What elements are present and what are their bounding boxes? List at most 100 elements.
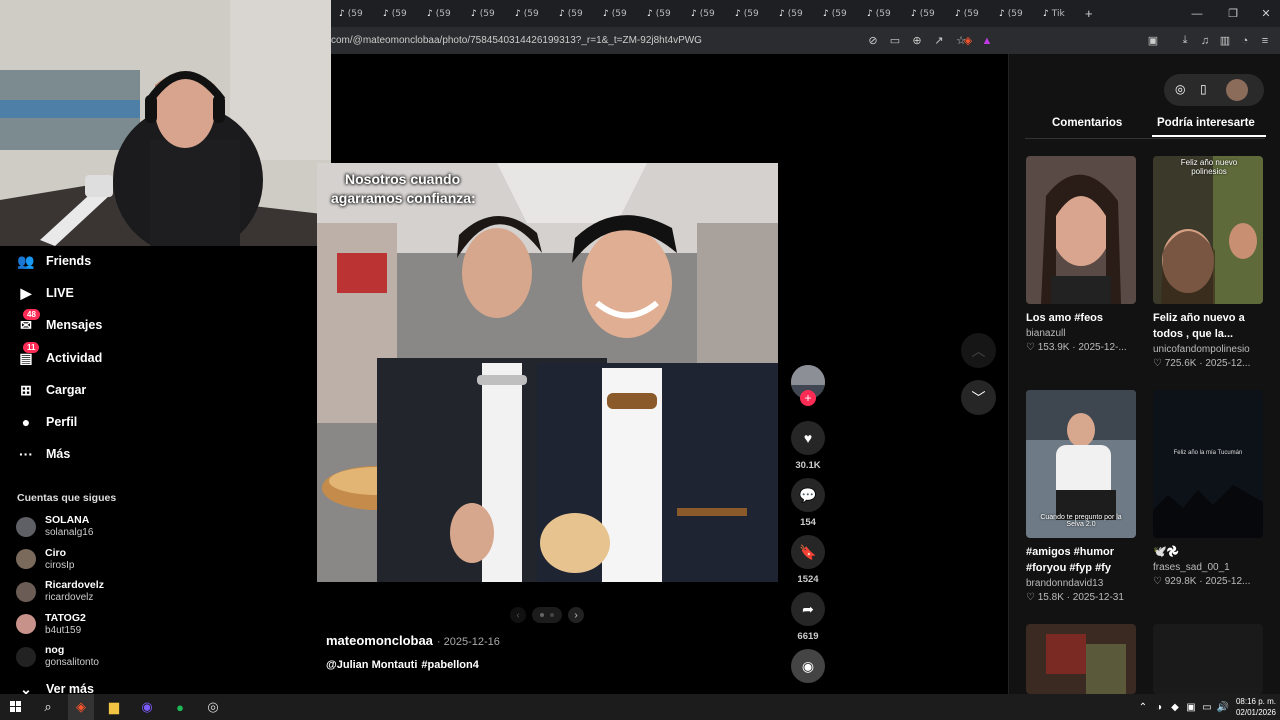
video-card[interactable]: Los amo #feos bianazull ♡ 153.9K · 2025-… bbox=[1026, 156, 1136, 353]
sound-disc[interactable]: ◉ bbox=[791, 649, 825, 683]
phone-icon[interactable]: ▯ bbox=[1200, 82, 1207, 96]
card-user[interactable]: bianazull bbox=[1026, 328, 1136, 339]
new-tab-button[interactable]: + bbox=[1085, 6, 1093, 21]
caption-mention[interactable]: @Julian Montauti bbox=[326, 659, 417, 671]
following-account[interactable]: SOLANA solanalg16 bbox=[16, 514, 93, 539]
browser-tab[interactable]: ♪ (59 bbox=[375, 0, 419, 27]
minimize-icon[interactable]: — bbox=[1180, 0, 1214, 27]
avatar[interactable] bbox=[16, 581, 36, 602]
sidebar-item-mensajes[interactable]: ✉ 48 Mensajes bbox=[17, 309, 102, 334]
video-thumbnail[interactable] bbox=[1153, 624, 1263, 694]
following-account[interactable]: Ricardovelz ricardovelz bbox=[16, 579, 104, 604]
close-icon[interactable]: ✕ bbox=[1249, 0, 1280, 27]
file-explorer-icon[interactable]: ▆ bbox=[101, 694, 127, 720]
user-avatar[interactable] bbox=[1226, 79, 1248, 101]
heart-icon[interactable]: ♥ bbox=[791, 421, 825, 455]
avatar[interactable] bbox=[16, 614, 36, 634]
media-icon[interactable]: ♫ bbox=[1194, 27, 1216, 54]
author-name[interactable]: mateomonclobaa bbox=[326, 633, 433, 648]
share-icon[interactable]: ↗ bbox=[928, 27, 950, 54]
video-thumbnail[interactable] bbox=[1026, 624, 1136, 694]
browser-tab[interactable]: ♪ (59 bbox=[903, 0, 947, 27]
extensions-icon[interactable]: ▥ bbox=[1214, 27, 1236, 54]
save-action[interactable]: 🔖 1524 bbox=[791, 535, 825, 585]
browser-tab[interactable]: ♪ (59 bbox=[771, 0, 815, 27]
following-account[interactable]: TATOG2 b4ut159 bbox=[16, 612, 86, 637]
card-user[interactable]: frases_sad_00_1 bbox=[1153, 562, 1263, 573]
card-title[interactable]: Feliz año nuevo a todos , que la... bbox=[1153, 310, 1263, 342]
download-icon[interactable]: ⤓ bbox=[1174, 27, 1196, 54]
compass-icon[interactable]: ◎ bbox=[1175, 82, 1185, 96]
share-action[interactable]: ➦ 6619 bbox=[791, 592, 825, 642]
browser-tab[interactable]: ♪ Tik bbox=[1035, 0, 1079, 27]
music-disc-icon[interactable]: ◉ bbox=[791, 649, 825, 683]
discord-icon[interactable]: ◉ bbox=[134, 694, 160, 720]
zoom-icon[interactable]: ⊕ bbox=[906, 27, 928, 54]
video-thumbnail[interactable] bbox=[1026, 156, 1136, 304]
video-thumbnail[interactable]: Feliz año nuevo polinesios bbox=[1153, 156, 1263, 304]
sidebar-item-perfil[interactable]: ● Perfil bbox=[17, 413, 78, 431]
scroll-up-button[interactable]: ︿ bbox=[961, 333, 996, 368]
card-user[interactable]: brandonndavid13 bbox=[1026, 578, 1136, 589]
browser-tab[interactable]: ♪ (59 bbox=[419, 0, 463, 27]
follow-plus-icon[interactable]: + bbox=[800, 390, 816, 406]
browser-tab[interactable]: ♪ (59 bbox=[991, 0, 1035, 27]
bookmark-icon[interactable]: 🔖 bbox=[791, 535, 825, 569]
carousel-prev-button[interactable]: ‹ bbox=[510, 607, 526, 623]
share-arrow-icon[interactable]: ➦ bbox=[791, 592, 825, 626]
sidebar-item-friends[interactable]: 👥 Friends bbox=[17, 252, 91, 270]
avatar[interactable] bbox=[16, 646, 36, 667]
video-card[interactable] bbox=[1153, 624, 1263, 694]
browser-tab[interactable]: ♪ (59 bbox=[639, 0, 683, 27]
following-account[interactable]: Ciro cirosIp bbox=[16, 547, 74, 572]
video-thumbnail[interactable]: Cuando te pregunto por la Selva 2.0 bbox=[1026, 390, 1136, 538]
video-thumbnail[interactable]: Feliz año la mía Tucumán bbox=[1153, 390, 1263, 538]
sidebar-item-ms[interactable]: ··· Más bbox=[17, 445, 70, 463]
browser-tab[interactable]: ♪ (59 bbox=[815, 0, 859, 27]
card-user[interactable]: unicofandompolinesio bbox=[1153, 344, 1263, 355]
search-icon[interactable]: ⌕ bbox=[35, 694, 61, 720]
vpn-icon[interactable]: ◔ bbox=[1234, 27, 1256, 54]
browser-tab[interactable]: ♪ (59 bbox=[727, 0, 771, 27]
card-title[interactable]: 🕊️𖣘 bbox=[1153, 544, 1263, 560]
tab-suggestions[interactable]: Podría interesarte bbox=[1157, 117, 1255, 129]
card-title[interactable]: #amigos #humor #foryou #fyp #fy bbox=[1026, 544, 1136, 576]
translate-icon[interactable]: ⊘ bbox=[862, 27, 884, 54]
browser-tab[interactable]: ♪ (59 bbox=[947, 0, 991, 27]
caption-hashtag[interactable]: #pabellon4 bbox=[421, 659, 478, 671]
avatar[interactable] bbox=[16, 549, 36, 569]
url-field[interactable]: com/@mateomonclobaa/photo/75845403144261… bbox=[331, 27, 702, 54]
video-card[interactable]: Feliz año la mía Tucumán 🕊️𖣘 frases_sad_… bbox=[1153, 390, 1263, 587]
brave-browser-icon[interactable]: ◈ bbox=[68, 694, 94, 720]
browser-tab[interactable]: ♪ (59 bbox=[507, 0, 551, 27]
clock[interactable]: 08:16 p. m. 02/01/2026 bbox=[1232, 696, 1276, 718]
following-account[interactable]: nog gonsalitonto bbox=[16, 644, 99, 669]
browser-tab[interactable]: ♪ (59 bbox=[463, 0, 507, 27]
windows-start-icon[interactable] bbox=[3, 694, 29, 720]
cast-icon[interactable]: ▭ bbox=[884, 27, 906, 54]
browser-tab[interactable]: ♪ (59 bbox=[331, 0, 375, 27]
creator-avatar-action[interactable]: + bbox=[791, 365, 825, 406]
menu-icon[interactable]: ≡ bbox=[1254, 27, 1276, 54]
browser-tab[interactable]: ♪ (59 bbox=[551, 0, 595, 27]
obs-icon[interactable]: ◎ bbox=[200, 694, 226, 720]
sidebar-item-cargar[interactable]: ⊞ Cargar bbox=[17, 381, 86, 399]
card-title[interactable]: Los amo #feos bbox=[1026, 310, 1136, 326]
browser-tab[interactable]: ♪ (59 bbox=[595, 0, 639, 27]
sidebar-toggle-icon[interactable]: ▣ bbox=[1142, 27, 1164, 54]
tab-comments[interactable]: Comentarios bbox=[1052, 117, 1122, 129]
sidebar-item-actividad[interactable]: ▤ 11 Actividad bbox=[17, 342, 102, 367]
video-card[interactable] bbox=[1026, 624, 1136, 694]
sidebar-item-live[interactable]: ▶ LIVE bbox=[17, 284, 74, 302]
video-card[interactable]: Feliz año nuevo polinesios Feliz año nue… bbox=[1153, 156, 1263, 369]
rewards-icon[interactable]: ▲ bbox=[976, 27, 998, 54]
browser-tab[interactable]: ♪ (59 bbox=[859, 0, 903, 27]
video-card[interactable]: Cuando te pregunto por la Selva 2.0 #ami… bbox=[1026, 390, 1136, 603]
carousel-next-button[interactable]: › bbox=[568, 607, 584, 623]
avatar[interactable] bbox=[16, 516, 36, 537]
like-action[interactable]: ♥ 30.1K bbox=[791, 421, 825, 471]
restore-icon[interactable]: ❐ bbox=[1216, 0, 1250, 27]
post-photo[interactable]: Nosotros cuando agarramos confianza: bbox=[317, 163, 778, 582]
comment-action[interactable]: 💬 154 bbox=[791, 478, 825, 528]
scroll-down-button[interactable]: ﹀ bbox=[961, 380, 996, 415]
